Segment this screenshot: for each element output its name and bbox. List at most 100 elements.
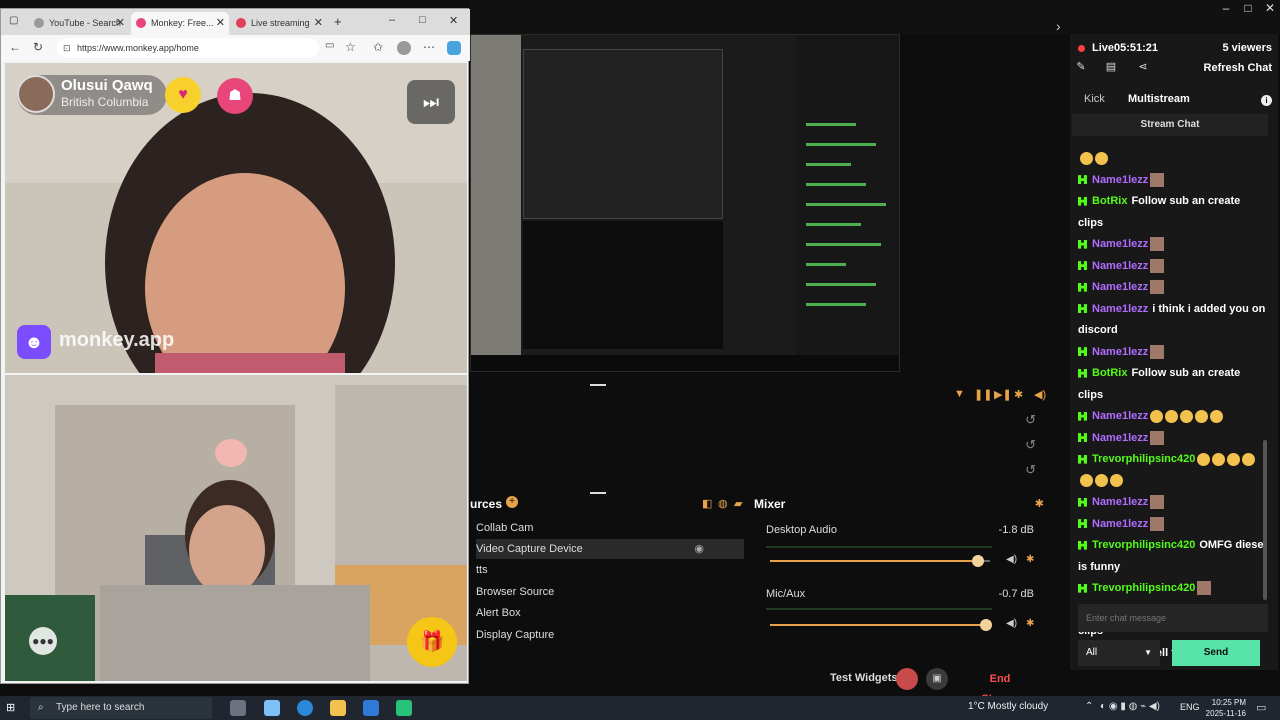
mail-icon[interactable] xyxy=(363,700,379,716)
maximize-button[interactable]: □ xyxy=(419,14,426,26)
speaker-icon[interactable]: ◀) xyxy=(1006,618,1017,629)
add-source-icon[interactable]: + xyxy=(506,496,518,508)
folder-icon[interactable]: ▰ xyxy=(734,497,742,510)
refresh-icon[interactable]: ↻ xyxy=(33,40,43,54)
pencil-icon[interactable]: ✎ xyxy=(1074,60,1088,74)
report-button[interactable]: ☗ xyxy=(217,78,253,114)
eye-icon[interactable]: ◍ xyxy=(718,497,728,510)
share-icon[interactable]: ⋖ xyxy=(1136,60,1150,74)
chat-username[interactable]: Name1lezz xyxy=(1092,496,1148,508)
browser-tab[interactable]: YouTube - Search ✕ xyxy=(29,12,129,35)
chat-username[interactable]: Name1lezz xyxy=(1092,410,1148,422)
widget-icon[interactable]: ▣ xyxy=(926,668,948,690)
send-button[interactable]: Send xyxy=(1172,640,1260,666)
chat-username[interactable]: Name1lezz xyxy=(1092,281,1148,293)
copilot-icon[interactable] xyxy=(447,41,461,55)
tab-actions-icon[interactable]: ▢ xyxy=(9,15,18,26)
visibility-icon[interactable]: ◉ xyxy=(694,539,704,559)
close-button[interactable]: ✕ xyxy=(1260,0,1280,16)
replay-icon[interactable]: ↺ xyxy=(1025,462,1036,478)
close-button[interactable]: ✕ xyxy=(449,14,458,27)
more-icon[interactable]: ⋯ xyxy=(423,40,435,54)
volume-slider[interactable] xyxy=(770,555,990,567)
source-item[interactable]: Alert Box xyxy=(476,603,744,623)
chat-username[interactable]: Name1lezz xyxy=(1092,238,1148,250)
back-icon[interactable]: ← xyxy=(9,40,21,54)
chat-username[interactable]: Name1lezz xyxy=(1092,303,1148,315)
chat-username[interactable]: Name1lezz xyxy=(1092,432,1148,444)
drag-handle[interactable] xyxy=(590,384,606,386)
stream-preview[interactable] xyxy=(470,34,900,372)
scene-icon[interactable]: ◧ xyxy=(702,497,712,510)
stream-chat-tab[interactable]: Stream Chat xyxy=(1072,114,1268,136)
task-view-icon[interactable] xyxy=(230,700,246,716)
clock[interactable]: 10:25 PM 2025-11-16 xyxy=(1200,697,1246,719)
browser-tab-active[interactable]: Monkey: Free... ✕ xyxy=(131,12,229,35)
file-explorer-icon[interactable] xyxy=(330,700,346,716)
record-button[interactable] xyxy=(896,668,918,690)
chat-username[interactable]: Name1lezz xyxy=(1092,346,1148,358)
minimize-button[interactable]: – xyxy=(389,14,395,26)
pause-icon[interactable]: ❚❚ xyxy=(974,388,992,401)
settings-icon[interactable]: ✱ xyxy=(1014,388,1023,401)
profile-icon[interactable] xyxy=(397,41,411,55)
chevron-up-icon[interactable]: ⌃ xyxy=(1085,701,1093,712)
chat-scrollbar[interactable] xyxy=(1263,440,1267,600)
filter-icon[interactable]: ▼ xyxy=(954,388,965,400)
source-item[interactable]: Video Capture Device ◉ xyxy=(476,539,744,559)
edge-icon[interactable] xyxy=(297,700,313,716)
gear-icon[interactable]: ✱ xyxy=(1026,554,1034,565)
chat-username[interactable]: Trevorphilipsinc420 xyxy=(1092,539,1195,551)
gear-icon[interactable]: ✱ xyxy=(1026,618,1034,629)
volume-knob[interactable] xyxy=(972,555,984,567)
skip-icon[interactable]: ▶❚ xyxy=(994,388,1012,401)
notification-icon[interactable]: ▭ xyxy=(1256,701,1266,714)
volume-knob[interactable] xyxy=(980,619,992,631)
minimize-button[interactable]: – xyxy=(1216,0,1236,16)
heart-button[interactable]: ♥ xyxy=(165,77,201,113)
chat-username[interactable]: Name1lezz xyxy=(1092,260,1148,272)
source-item[interactable]: Browser Source xyxy=(476,582,744,602)
chat-bubble-icon[interactable]: ●●● xyxy=(29,627,57,655)
maximize-button[interactable]: □ xyxy=(1238,0,1258,16)
chat-message-input[interactable] xyxy=(1078,604,1268,632)
chat-username[interactable]: Name1lezz xyxy=(1092,518,1148,530)
source-item[interactable]: Collab Cam xyxy=(476,518,744,538)
new-tab-button[interactable]: + xyxy=(334,14,342,29)
chat-username[interactable]: Name1lezz xyxy=(1092,174,1148,186)
replay-icon[interactable]: ↺ xyxy=(1025,412,1036,428)
gear-icon[interactable]: ✱ xyxy=(1035,497,1044,510)
info-icon[interactable]: i xyxy=(1261,95,1272,106)
camera-icon[interactable]: ▭ xyxy=(325,40,334,51)
weather-widget[interactable]: 1°C Mostly cloudy xyxy=(968,701,1048,712)
browser-tab[interactable]: Live streaming ✕ xyxy=(231,12,327,35)
chat-username[interactable]: Trevorphilipsinc420 xyxy=(1092,582,1195,594)
chat-username[interactable]: BotRix xyxy=(1092,367,1127,379)
close-icon[interactable]: ✕ xyxy=(216,12,225,35)
tab-multistream[interactable]: Multistream xyxy=(1128,93,1190,105)
end-stream-button[interactable]: End Stream xyxy=(970,669,1030,705)
url-field[interactable]: ⊡ https://www.monkey.app/home xyxy=(57,38,319,58)
source-item[interactable]: Display Capture xyxy=(476,625,744,645)
speaker-icon[interactable]: ◀) xyxy=(1006,554,1017,565)
taskbar-search[interactable]: ⌕ Type here to search xyxy=(30,697,212,719)
streamlabs-icon[interactable] xyxy=(396,700,412,716)
volume-slider[interactable] xyxy=(770,619,992,631)
volume-icon[interactable]: ◀) xyxy=(1034,388,1046,401)
chat-filter-select[interactable]: All ▼ xyxy=(1078,640,1160,666)
drag-handle[interactable] xyxy=(590,492,606,494)
input-language[interactable]: ENG xyxy=(1180,702,1200,712)
gift-button[interactable]: 🎁 xyxy=(407,617,457,667)
chat-username[interactable]: Trevorphilipsinc420 xyxy=(1092,453,1195,465)
tab-kick[interactable]: Kick xyxy=(1084,93,1105,105)
source-item[interactable]: tts xyxy=(476,560,744,580)
refresh-chat-button[interactable]: Refresh Chat xyxy=(1204,62,1272,74)
replay-icon[interactable]: ↺ xyxy=(1025,437,1036,453)
copilot-icon[interactable] xyxy=(264,700,280,716)
star-icon[interactable]: ☆ xyxy=(345,40,356,54)
skip-button[interactable]: ⏭ xyxy=(407,80,455,124)
copy-icon[interactable]: ▤ xyxy=(1104,60,1118,74)
chevron-right-icon[interactable]: › xyxy=(1056,18,1061,34)
windows-start-icon[interactable]: ⊞ xyxy=(6,701,20,715)
close-icon[interactable]: ✕ xyxy=(116,12,125,35)
